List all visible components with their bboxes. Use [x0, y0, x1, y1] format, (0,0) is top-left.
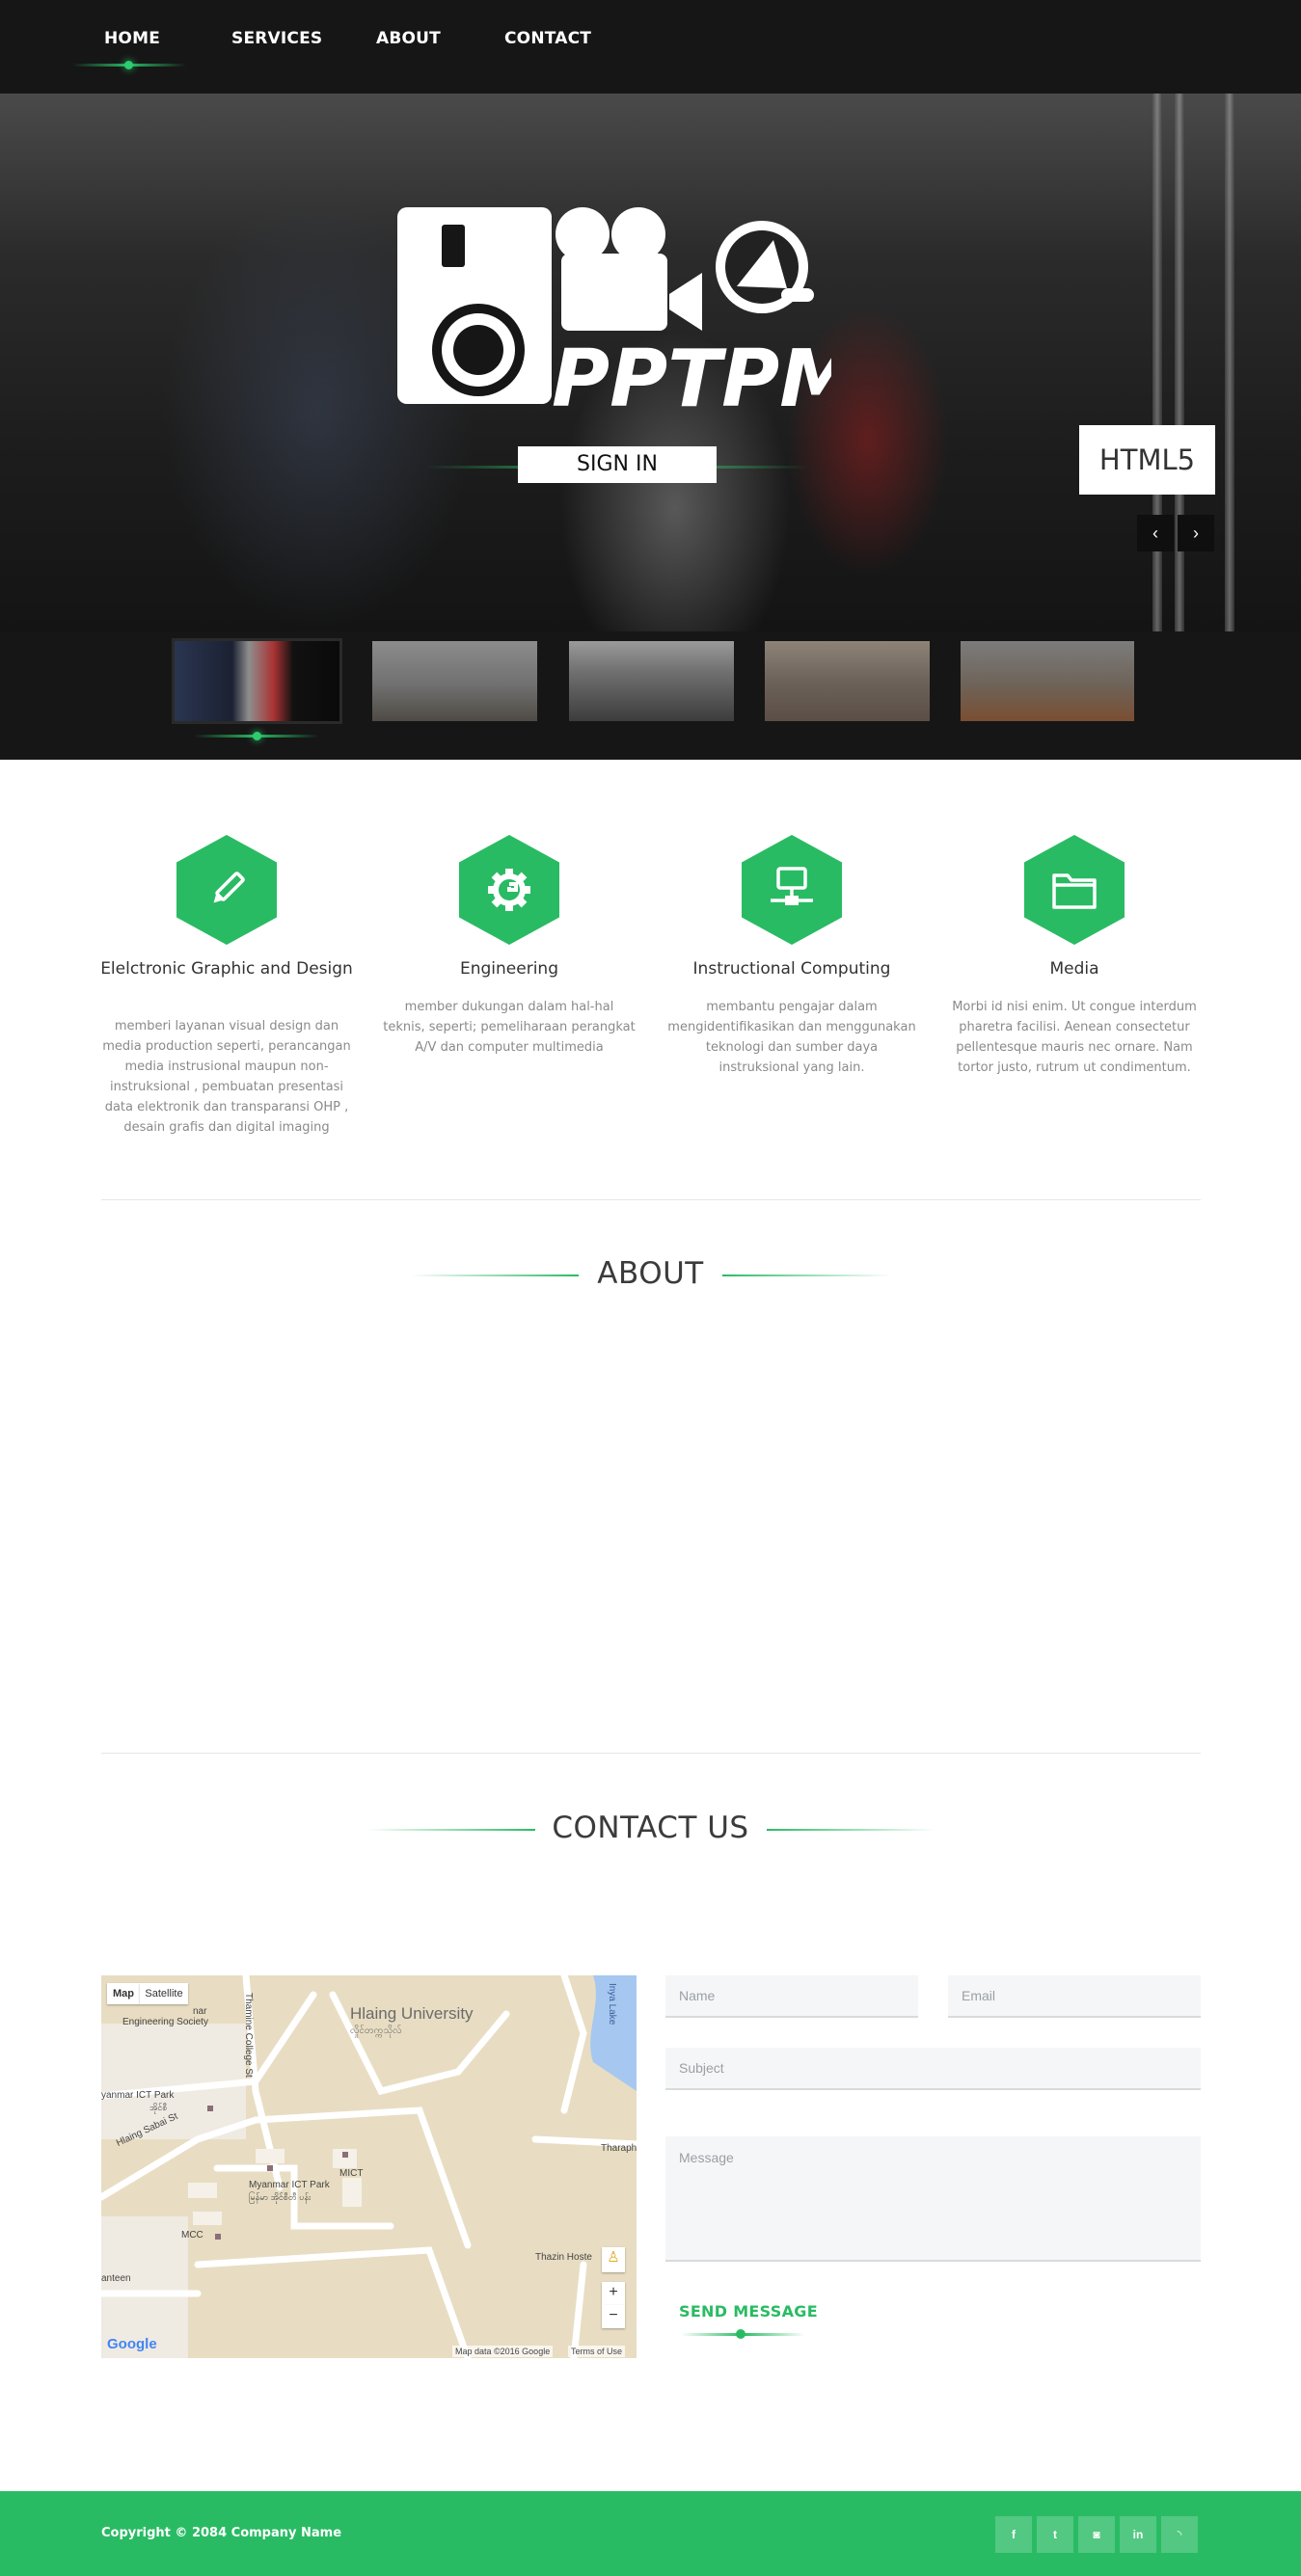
- map-type-satellite-button[interactable]: Satellite: [140, 1983, 188, 2004]
- service-icon-badge: [459, 835, 559, 945]
- location-map[interactable]: Map Satellite Hlaing University လှိုင်တက…: [101, 1975, 637, 2358]
- service-description: memberi layanan visual design dan media …: [102, 1019, 351, 1135]
- linkedin-icon: in: [1132, 2528, 1144, 2541]
- slider-thumbnails: [0, 631, 1301, 760]
- nav-active-dot: [124, 61, 133, 69]
- slider-next-button[interactable]: ›: [1178, 515, 1214, 551]
- hero-rail: [1225, 94, 1234, 631]
- email-field[interactable]: [948, 1975, 1201, 2018]
- pegman-icon[interactable]: ♙: [602, 2247, 625, 2272]
- service-title: Engineering: [460, 959, 558, 979]
- zoom-in-button[interactable]: +: [602, 2282, 625, 2305]
- logo-text: PPTPM: [552, 334, 831, 419]
- send-message-button[interactable]: SEND MESSAGE: [679, 2302, 818, 2321]
- facebook-button[interactable]: f: [995, 2516, 1032, 2553]
- map-terms-link[interactable]: Terms of Use: [568, 2346, 626, 2357]
- service-title: Media: [1049, 959, 1099, 979]
- service-description: Morbi id nisi enim. Ut congue interdum p…: [952, 1000, 1197, 1075]
- map-label: Inya Lake: [607, 1983, 617, 2026]
- service-description: membantu pengajar dalam mengidentifikasi…: [667, 1000, 916, 1075]
- service-icon-badge: [742, 835, 842, 945]
- page: HOME SERVICES ABOUT CONTACT PPTPM HTML5 …: [0, 0, 1301, 2576]
- top-navbar: HOME SERVICES ABOUT CONTACT: [0, 0, 1301, 94]
- map-label: Myanmar ICT Park: [249, 2180, 330, 2190]
- pencil-icon: [213, 872, 245, 903]
- contact-title: CONTACT US: [552, 1811, 749, 1845]
- twitter-button[interactable]: t: [1037, 2516, 1073, 2553]
- message-field[interactable]: [665, 2136, 1201, 2262]
- nav-home[interactable]: HOME: [104, 29, 160, 48]
- thumbnail-2[interactable]: [372, 641, 537, 721]
- footer: Copyright © 2084 Company Name f t ◙ in ◝: [0, 2491, 1301, 2576]
- map-label: Thamine College St: [243, 1993, 254, 2078]
- rss-button[interactable]: ◝: [1161, 2516, 1198, 2553]
- map-label: anteen: [101, 2273, 131, 2284]
- service-description: member dukungan dalam hal-hal teknis, se…: [383, 1000, 636, 1055]
- copyright-text: Copyright © 2084 Company Name: [101, 2526, 342, 2540]
- subject-field[interactable]: [665, 2048, 1201, 2090]
- map-label: Thazin Hoste: [535, 2252, 592, 2263]
- map-label: MICT: [339, 2168, 364, 2179]
- google-logo: Google: [107, 2336, 157, 2352]
- brand-logo: PPTPM: [376, 207, 858, 425]
- map-label: အိုင်စီ: [149, 2103, 168, 2112]
- map-label: Tharaph: [601, 2143, 637, 2154]
- send-button-dot: [736, 2329, 745, 2339]
- chevron-right-icon: ›: [1193, 523, 1199, 543]
- slider-prev-button[interactable]: ‹: [1137, 515, 1174, 551]
- rss-icon: ◝: [1177, 2528, 1182, 2541]
- thumbnail-4[interactable]: [765, 641, 930, 721]
- map-type-map-button[interactable]: Map: [107, 1983, 140, 2004]
- hero-slider: PPTPM HTML5 ‹ ›: [0, 94, 1301, 631]
- about-title: ABOUT: [597, 1256, 704, 1291]
- service-title: Elelctronic Graphic and Design: [100, 959, 353, 979]
- folder-icon: [1052, 873, 1097, 909]
- service-icon-badge: [176, 835, 277, 945]
- network-icon: [771, 867, 813, 905]
- nav-services[interactable]: SERVICES: [231, 29, 322, 48]
- map-label: nar: [193, 2006, 207, 2017]
- map-attribution: Map data ©2016 Google: [452, 2346, 554, 2357]
- twitter-icon: t: [1053, 2528, 1057, 2541]
- gear-icon: [488, 869, 530, 911]
- zoom-out-button[interactable]: −: [602, 2305, 625, 2328]
- name-field[interactable]: [665, 1975, 918, 2018]
- sign-in-button[interactable]: SIGN IN: [518, 446, 717, 483]
- slide-badge: HTML5: [1079, 425, 1215, 495]
- linkedin-button[interactable]: in: [1120, 2516, 1156, 2553]
- section-divider: [101, 1753, 1201, 1754]
- map-label: မြန်မာ အိုင်စီတီ ပန်း: [249, 2192, 312, 2202]
- thumbnail-active-dot: [253, 732, 261, 740]
- nav-contact[interactable]: CONTACT: [504, 29, 591, 48]
- service-icon-badge: [1024, 835, 1125, 945]
- chevron-left-icon: ‹: [1152, 523, 1158, 543]
- thumbnail-1[interactable]: [172, 638, 342, 724]
- thumbnail-3[interactable]: [569, 641, 734, 721]
- map-label: လှိုင်တက္ကသိုလ်: [350, 2026, 402, 2036]
- instagram-icon: ◙: [1093, 2528, 1100, 2541]
- map-label: Hlaing University: [350, 2004, 474, 2023]
- map-label: MCC: [181, 2230, 203, 2241]
- map-label: yanmar ICT Park: [101, 2090, 175, 2101]
- instagram-button[interactable]: ◙: [1078, 2516, 1115, 2553]
- nav-about[interactable]: ABOUT: [376, 29, 441, 48]
- thumbnail-5[interactable]: [961, 641, 1134, 721]
- service-title: Instructional Computing: [692, 959, 891, 979]
- section-divider: [101, 1199, 1201, 1200]
- map-label: Engineering Society: [122, 2017, 208, 2027]
- facebook-icon: f: [1012, 2528, 1016, 2541]
